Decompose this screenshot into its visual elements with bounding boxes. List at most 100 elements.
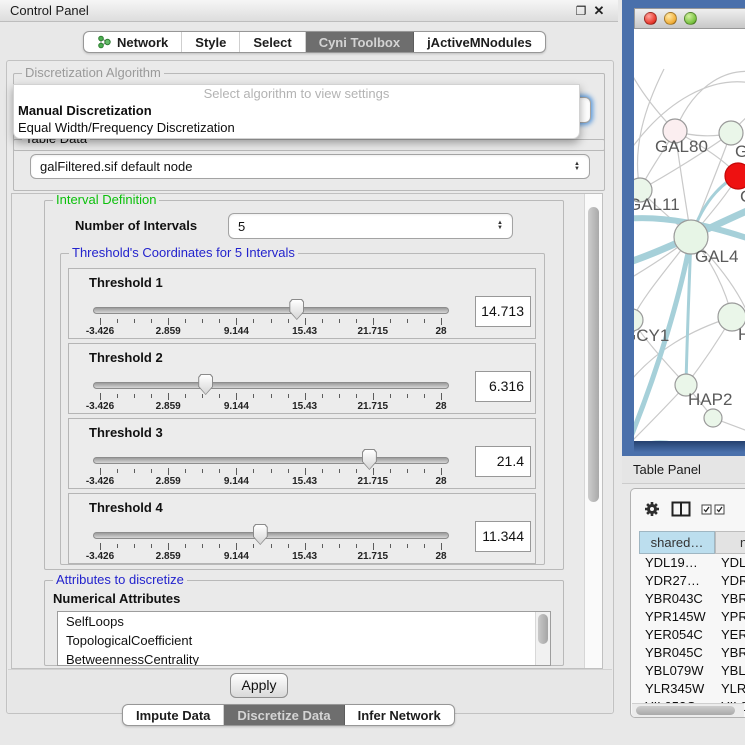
tab-label: jActiveMNodules bbox=[427, 35, 532, 50]
checkbox-icon[interactable] bbox=[701, 504, 712, 515]
table-row[interactable]: YDL19…YDL1 bbox=[639, 554, 745, 572]
tab-discretize-data[interactable]: Discretize Data bbox=[224, 705, 344, 725]
tick-label: 28 bbox=[435, 476, 446, 487]
interval-definition-title: Interval Definition bbox=[53, 193, 159, 207]
list-scrollbar[interactable] bbox=[535, 612, 550, 665]
checkbox-icon[interactable] bbox=[714, 504, 725, 515]
threshold-slider-track[interactable] bbox=[93, 382, 449, 389]
network-edge bbox=[637, 69, 664, 190]
attributes-group-title: Attributes to discretize bbox=[53, 573, 187, 587]
slider-ticks bbox=[100, 318, 441, 325]
slider-tick-labels: -3.4262.8599.14415.4321.71528 bbox=[100, 476, 441, 486]
threshold-slider-track[interactable] bbox=[93, 307, 449, 314]
table-row[interactable]: YBR045CYBR0 bbox=[639, 644, 745, 662]
red-node[interactable] bbox=[725, 163, 745, 189]
attribute-list-item[interactable]: BetweennessCentrality bbox=[58, 650, 550, 666]
table-row[interactable]: YBR043CYBR0 bbox=[639, 590, 745, 608]
list-scrollbar-thumb[interactable] bbox=[538, 614, 548, 644]
threshold-slider-track[interactable] bbox=[93, 457, 449, 464]
network-canvas[interactable]: GAL80GACGAL11GAL4GCY1HHAP2 bbox=[634, 29, 745, 441]
close-window-icon[interactable] bbox=[644, 12, 657, 25]
threshold-value-field[interactable]: 11.344 bbox=[475, 521, 531, 552]
settings-scrollbar[interactable] bbox=[584, 194, 602, 668]
gear-icon[interactable] bbox=[643, 500, 661, 518]
dropdown-option-manual[interactable]: Manual Discretization bbox=[14, 102, 579, 119]
slider-ticks bbox=[100, 468, 441, 475]
table-row[interactable]: YLR345WYLR3 bbox=[639, 680, 745, 698]
settings-scrollbar-thumb[interactable] bbox=[588, 207, 599, 502]
table-cell[interactable]: YLR345W bbox=[639, 680, 715, 698]
tick-label: 2.859 bbox=[156, 476, 181, 487]
attribute-list-item[interactable]: SelfLoops bbox=[58, 612, 550, 631]
panel-title: Control Panel bbox=[10, 3, 89, 18]
node-label: GAL11 bbox=[634, 195, 680, 214]
tab-style[interactable]: Style bbox=[182, 32, 240, 52]
table-cell[interactable]: YBL0 bbox=[715, 662, 745, 680]
threshold-slider-thumb[interactable] bbox=[362, 449, 377, 470]
threshold-slider-thumb[interactable] bbox=[289, 299, 304, 320]
dropdown-option-equal-width[interactable]: Equal Width/Frequency Discretization bbox=[14, 119, 579, 136]
table-cell[interactable]: YDR2 bbox=[715, 572, 745, 590]
table-panel-body: shared…naYDL19…YDL1YDR27…YDR2YBR043CYBR0… bbox=[630, 488, 745, 718]
network-window-titlebar[interactable] bbox=[634, 8, 745, 29]
threshold-label: Threshold 3 bbox=[89, 425, 163, 440]
numerical-attributes-list: SelfLoopsTopologicalCoefficientBetweenne… bbox=[57, 611, 551, 666]
table-cell[interactable]: YBL079W bbox=[639, 662, 715, 680]
table-cell[interactable]: YER054C bbox=[639, 626, 715, 644]
table-row[interactable]: YPR145WYPR1 bbox=[639, 608, 745, 626]
table-cell[interactable]: YER0 bbox=[715, 626, 745, 644]
tab-jactivemnodules[interactable]: jActiveMNodules bbox=[414, 32, 545, 52]
node-label: GAL80 bbox=[655, 137, 708, 156]
threshold-panel-4: Threshold 4-3.4262.8599.14415.4321.71528… bbox=[68, 493, 536, 564]
table-cell[interactable]: YBR0 bbox=[715, 590, 745, 608]
bottom-node[interactable] bbox=[704, 409, 722, 427]
tick-label: 9.144 bbox=[224, 326, 249, 337]
table-header-row: shared…na bbox=[639, 531, 745, 554]
tick-label: 15.43 bbox=[292, 551, 317, 562]
close-panel-icon[interactable]: ✕ bbox=[590, 1, 608, 21]
threshold-value-field[interactable]: 21.4 bbox=[475, 446, 531, 477]
table-hscrollbar[interactable] bbox=[632, 703, 744, 717]
table-cell[interactable]: YPR1 bbox=[715, 608, 745, 626]
combo-stepper-icon: ▲▼ bbox=[574, 162, 580, 172]
tick-label: 21.715 bbox=[358, 476, 389, 487]
tick-label: 9.144 bbox=[224, 476, 249, 487]
apply-button[interactable]: Apply bbox=[230, 673, 288, 698]
table-cell[interactable]: YDL1 bbox=[715, 554, 745, 572]
threshold-value-field[interactable]: 6.316 bbox=[475, 371, 531, 402]
table-row[interactable]: YDR27…YDR2 bbox=[639, 572, 745, 590]
tick-label: 28 bbox=[435, 551, 446, 562]
tab-label: Impute Data bbox=[136, 708, 210, 723]
tab-cyni-toolbox[interactable]: Cyni Toolbox bbox=[306, 32, 414, 52]
table-hscrollbar-thumb[interactable] bbox=[636, 706, 735, 715]
tab-select[interactable]: Select bbox=[240, 32, 305, 52]
split-columns-icon[interactable] bbox=[671, 501, 691, 517]
minimize-window-icon[interactable] bbox=[664, 12, 677, 25]
number-of-intervals-combobox[interactable]: 5 ▲▼ bbox=[228, 213, 513, 239]
float-panel-icon[interactable]: ❐ bbox=[572, 1, 590, 21]
attribute-list-item[interactable]: TopologicalCoefficient bbox=[58, 631, 550, 650]
table-row[interactable]: YER054CYER0 bbox=[639, 626, 745, 644]
table-cell[interactable]: YBR045C bbox=[639, 644, 715, 662]
table-panel-header: Table Panel bbox=[622, 456, 745, 484]
threshold-slider-track[interactable] bbox=[93, 532, 449, 539]
column-header-1[interactable]: na bbox=[715, 531, 745, 554]
table-row[interactable]: YBL079WYBL0 bbox=[639, 662, 745, 680]
threshold-slider-thumb[interactable] bbox=[253, 524, 268, 545]
table-cell[interactable]: YLR3 bbox=[715, 680, 745, 698]
table-data-combobox[interactable]: galFiltered.sif default node ▲▼ bbox=[30, 154, 590, 179]
threshold-value-field[interactable]: 14.713 bbox=[475, 296, 531, 327]
table-cell[interactable]: YBR0 bbox=[715, 644, 745, 662]
tab-infer-network[interactable]: Infer Network bbox=[345, 705, 454, 725]
table-cell[interactable]: YDL19… bbox=[639, 554, 715, 572]
tab-impute-data[interactable]: Impute Data bbox=[123, 705, 224, 725]
table-cell[interactable]: YBR043C bbox=[639, 590, 715, 608]
threshold-slider-thumb[interactable] bbox=[198, 374, 213, 395]
zoom-window-icon[interactable] bbox=[684, 12, 697, 25]
tick-label: -3.426 bbox=[86, 401, 114, 412]
table-cell[interactable]: YPR145W bbox=[639, 608, 715, 626]
threshold-label: Threshold 2 bbox=[89, 350, 163, 365]
column-header-0[interactable]: shared… bbox=[639, 531, 715, 554]
tab-network[interactable]: Network bbox=[84, 32, 182, 52]
table-cell[interactable]: YDR27… bbox=[639, 572, 715, 590]
